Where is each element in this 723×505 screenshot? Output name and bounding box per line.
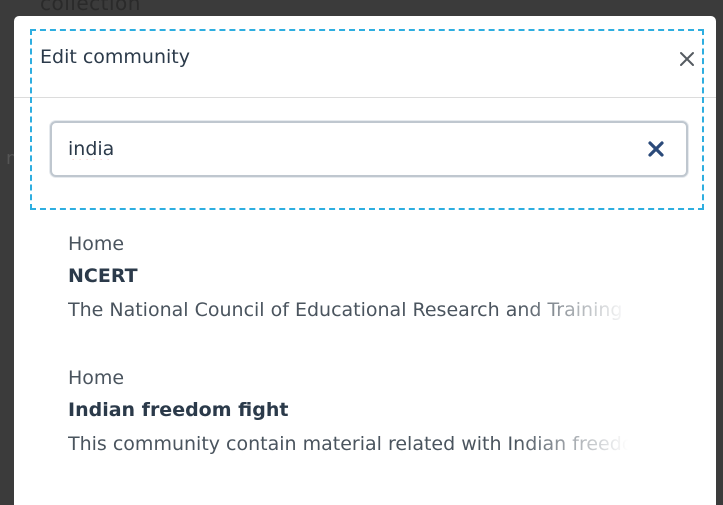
result-parent: Home: [68, 367, 125, 389]
result-description: The National Council of Educational Rese…: [68, 299, 623, 321]
result-item-indian-freedom-fight[interactable]: Home Indian freedom fight This community…: [68, 366, 648, 456]
clear-icon: [648, 141, 664, 157]
modal-header: Edit community: [14, 16, 716, 98]
modal-title: Edit community: [40, 46, 190, 68]
edit-community-modal: Edit community Home NCERT The National C…: [14, 16, 716, 505]
result-item-ncert[interactable]: Home NCERT The National Council of Educa…: [68, 232, 648, 322]
result-name: Indian freedom fight: [68, 399, 289, 421]
result-description: This community contain material related …: [68, 433, 628, 455]
result-name: NCERT: [68, 265, 138, 287]
clear-search-button[interactable]: [644, 137, 668, 161]
result-parent: Home: [68, 233, 125, 255]
close-icon: [680, 52, 694, 66]
close-button[interactable]: [674, 46, 700, 72]
background-page-text: collection: [40, 0, 141, 15]
search-field-wrapper: [50, 121, 688, 177]
search-input[interactable]: [68, 135, 628, 163]
